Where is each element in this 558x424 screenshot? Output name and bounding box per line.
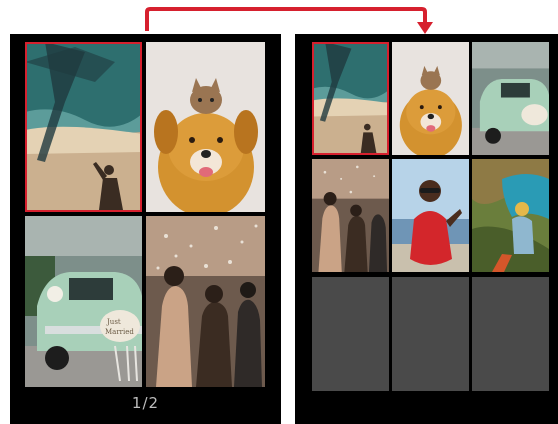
empty-photo-slot xyxy=(472,277,549,391)
page-indicator: 1/2 xyxy=(131,394,160,412)
gallery-page-compact xyxy=(295,34,558,424)
photo-hiker-coastal-view[interactable] xyxy=(472,159,549,272)
photo-confetti-party[interactable] xyxy=(146,216,265,387)
empty-photo-slot xyxy=(312,277,389,391)
svg-text:Just: Just xyxy=(106,318,121,326)
photo-beach-shadow[interactable] xyxy=(312,42,389,155)
svg-text:Married: Married xyxy=(105,328,134,336)
photo-woman-red-dress[interactable] xyxy=(392,159,469,272)
photo-dog-and-cat[interactable] xyxy=(392,42,469,155)
empty-photo-slot xyxy=(392,277,469,391)
photo-confetti-party[interactable] xyxy=(312,159,389,272)
photo-dog-and-cat[interactable] xyxy=(146,42,265,212)
gallery-page-large: Just Married 1/2 xyxy=(10,34,281,424)
photo-beach-shadow[interactable] xyxy=(25,42,142,212)
photo-wedding-car[interactable] xyxy=(472,42,549,155)
photo-wedding-car[interactable]: Just Married xyxy=(25,216,142,387)
